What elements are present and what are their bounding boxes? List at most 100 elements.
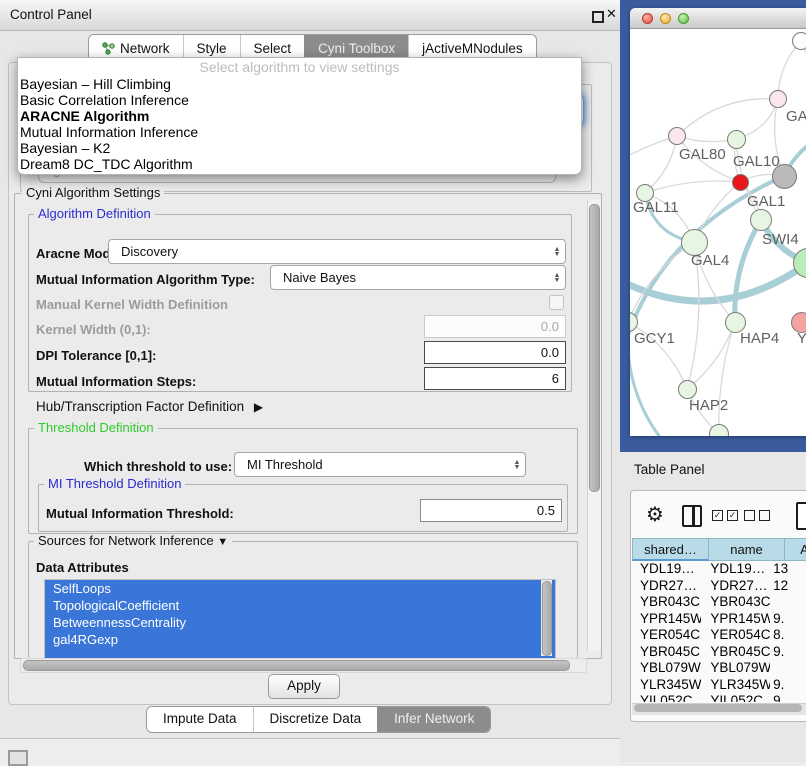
combo-arrows-icon: ▲▼ (549, 273, 565, 283)
tab-discretize-data[interactable]: Discretize Data (253, 707, 378, 732)
bottom-tab-bar: Impute DataDiscretize DataInfer Network (146, 706, 491, 733)
table-cell: 9. (770, 693, 806, 702)
table-cell: 8. (770, 627, 806, 644)
table-cell: YBR043C (632, 594, 701, 611)
restore-panel-icon[interactable] (8, 750, 28, 766)
table-row[interactable]: YDR27…YDR27…12 (632, 578, 806, 595)
table-row[interactable]: YIL052CYIL052C9. (632, 693, 806, 702)
settings-horizontal-scrollbar[interactable] (20, 658, 587, 673)
table-cell: YDL19… (701, 561, 770, 578)
table-cell: YPR145W (701, 611, 770, 628)
chevron-right-icon: ▶ (254, 400, 263, 414)
aracne-mode-value: Discovery (109, 244, 549, 259)
attributes-list-scrollbar-thumb[interactable] (542, 581, 552, 656)
table-cell: YBL079W (632, 660, 701, 677)
sources-title[interactable]: Sources for Network Inference ▼ (34, 534, 232, 549)
table-row[interactable]: YLR345WYLR345W9. (632, 677, 806, 694)
close-icon[interactable]: ✕ (606, 6, 617, 22)
manual-kernel-width-checkbox[interactable] (549, 295, 564, 310)
control-panel: Control Panel ✕ ▲▼ galFiltered.sif defau… (0, 0, 620, 739)
node-label-GAL11: GAL11 (633, 199, 679, 216)
data-attributes-list: SelfLoopsTopologicalCoefficientBetweenne… (44, 579, 556, 659)
combo-arrows-icon: ▲▼ (509, 460, 525, 470)
dropdown-item[interactable]: ARACNE Algorithm (18, 108, 581, 124)
table-horizontal-scrollbar-thumb[interactable] (634, 704, 802, 712)
attribute-list-item[interactable]: TopologicalCoefficient (45, 597, 555, 614)
mi-threshold-definition-title: MI Threshold Definition (44, 477, 185, 491)
hub-definition-toggle[interactable]: Hub/Transcription Factor Definition ▶ (36, 399, 263, 414)
network-canvas[interactable]: GALGAL80GAL10GAL1GAL11SWI4GAL4GCY1HAP4YH… (630, 29, 806, 436)
network-window-titlebar[interactable] (630, 8, 806, 29)
settings-vertical-scrollbar[interactable] (587, 199, 601, 651)
tab-label: Network (120, 41, 170, 56)
mi-steps-field[interactable]: 6 (424, 367, 566, 390)
table-row[interactable]: YPR145WYPR145W9. (632, 611, 806, 628)
export-table-icon[interactable] (796, 502, 806, 530)
attribute-list-item[interactable]: BetweennessCentrality (45, 614, 555, 631)
tab-label: Cyni Toolbox (318, 41, 395, 56)
attribute-list-item[interactable]: gal4RGexp (45, 631, 555, 648)
table-row[interactable]: YBL079WYBL079W (632, 660, 806, 677)
algorithm-definition-title: Algorithm Definition (34, 207, 155, 221)
settings-vertical-scrollbar-thumb[interactable] (589, 204, 600, 492)
table-header-row: shared…nameA (632, 538, 806, 561)
table-cell: YIL052C (701, 693, 770, 702)
aracne-mode-combo[interactable]: Discovery ▲▼ (108, 239, 566, 264)
select-all-checks-icon[interactable]: ✓✓ (712, 510, 738, 521)
close-traffic-light-icon[interactable] (642, 13, 653, 24)
column-layout-icon[interactable] (682, 505, 702, 527)
network-node-top[interactable] (792, 32, 806, 50)
table-cell: YLR345W (632, 677, 701, 694)
network-node-GAL1[interactable] (732, 174, 749, 191)
minimize-traffic-light-icon[interactable] (660, 13, 671, 24)
dpi-tolerance-field[interactable]: 0.0 (424, 341, 566, 364)
dropdown-item[interactable]: Mutual Information Inference (18, 124, 581, 140)
float-window-icon[interactable] (592, 11, 604, 23)
network-node-GAL10[interactable] (727, 130, 746, 149)
node-label-GAL10: GAL10 (733, 153, 780, 170)
sources-title-text: Sources for Network Inference (38, 533, 214, 548)
node-label-GAL4: GAL4 (691, 252, 729, 269)
which-threshold-combo[interactable]: MI Threshold ▲▼ (234, 452, 526, 477)
dropdown-item[interactable]: Dream8 DC_TDC Algorithm (18, 156, 581, 172)
table-cell: YBR045C (632, 644, 701, 661)
dropdown-item[interactable]: Basic Correlation Inference (18, 92, 581, 108)
table-cell (770, 660, 806, 677)
network-icon (102, 42, 115, 55)
settings-horizontal-scrollbar-thumb[interactable] (23, 660, 570, 671)
network-node-HAP2[interactable] (678, 380, 697, 399)
dpi-tolerance-label: DPI Tolerance [0,1]: (36, 348, 156, 363)
table-cell: YLR345W (701, 677, 770, 694)
table-row[interactable]: YER054CYER054C8. (632, 627, 806, 644)
column-header-1[interactable]: shared… (632, 538, 709, 561)
column-header-2[interactable]: name (709, 538, 785, 561)
attribute-list-item[interactable]: SelfLoops (45, 580, 555, 597)
attributes-list-scrollbar[interactable] (541, 580, 552, 656)
threshold-definition-title: Threshold Definition (34, 421, 158, 435)
mi-threshold-field[interactable]: 0.5 (420, 499, 562, 522)
algorithm-dropdown-list: Bayesian – Hill ClimbingBasic Correlatio… (18, 76, 581, 172)
network-edge (735, 220, 761, 322)
gear-icon[interactable]: ⚙ (646, 502, 664, 527)
node-label-Y: Y (797, 330, 806, 347)
mi-algorithm-type-combo[interactable]: Naive Bayes ▲▼ (270, 265, 566, 290)
deselect-all-checks-icon[interactable] (744, 510, 770, 521)
dropdown-item[interactable]: Bayesian – Hill Climbing (18, 76, 581, 92)
apply-button[interactable]: Apply (268, 674, 340, 699)
table-row[interactable]: YDL19…YDL19…13 (632, 561, 806, 578)
network-node-SWI4[interactable] (750, 209, 772, 231)
network-node-GAL[interactable] (769, 90, 787, 108)
tab-impute-data[interactable]: Impute Data (147, 707, 253, 732)
kernel-width-field[interactable]: 0.0 (424, 315, 566, 338)
dropdown-item[interactable]: Bayesian – K2 (18, 140, 581, 156)
tab-label: Style (197, 41, 227, 56)
table-row[interactable]: YBR045CYBR045C9. (632, 644, 806, 661)
column-header-3[interactable]: A (785, 538, 806, 561)
mi-threshold-label: Mutual Information Threshold: (46, 506, 234, 521)
tab-infer-network[interactable]: Infer Network (377, 707, 490, 732)
network-view-window: GALGAL80GAL10GAL1GAL11SWI4GAL4GCY1HAP4YH… (630, 8, 806, 436)
zoom-traffic-light-icon[interactable] (678, 13, 689, 24)
table-row[interactable]: YBR043CYBR043C (632, 594, 806, 611)
network-node-GAL80[interactable] (668, 127, 686, 145)
table-cell: 9. (770, 644, 806, 661)
